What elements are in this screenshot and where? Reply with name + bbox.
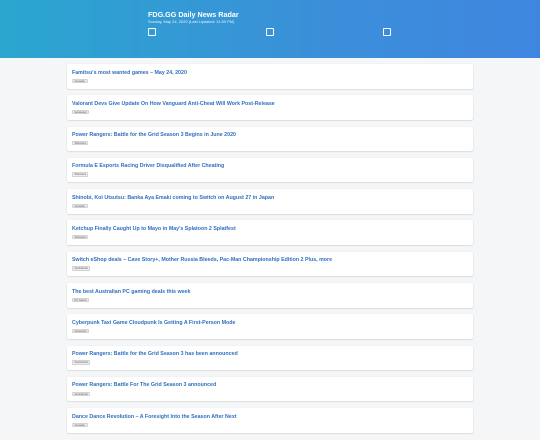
news-headline-link[interactable]: Switch eShop deals – Cave Story+, Mother…	[72, 257, 332, 263]
news-headline-link[interactable]: Power Rangers: Battle For The Grid Seaso…	[72, 382, 216, 388]
source-badge: Siliconera	[72, 235, 89, 240]
news-headline-link[interactable]: The best Australian PC gaming deals this…	[72, 289, 190, 295]
news-card[interactable]: Cyberpunk Taxi Game Cloudpunk Is Getting…	[67, 314, 473, 339]
news-card[interactable]: Famitsu's most wanted games – May 24, 20…	[67, 64, 473, 89]
news-headline-link[interactable]: Valorant Devs Give Update On How Vanguar…	[72, 101, 275, 107]
news-card[interactable]: Power Rangers: Battle For The Grid Seaso…	[67, 376, 473, 402]
news-card[interactable]: Ketchup Finally Caught Up to Mayo in May…	[67, 220, 473, 245]
news-headline-link[interactable]: Formula E Esports Racing Driver Disquali…	[72, 163, 224, 169]
news-card[interactable]: Dance Dance Revolution – A Foresight Int…	[67, 408, 473, 433]
filter-checkbox-2[interactable]	[266, 28, 274, 36]
source-badge: Siliconera	[72, 141, 89, 146]
news-headline-link[interactable]: Famitsu's most wanted games – May 24, 20…	[72, 70, 187, 76]
news-card[interactable]: Valorant Devs Give Update On How Vanguar…	[67, 95, 473, 120]
news-headline-link[interactable]: Cyberpunk Taxi Game Cloudpunk Is Getting…	[72, 320, 235, 326]
news-card[interactable]: Switch eShop deals – Cave Story+, Mother…	[67, 251, 473, 277]
site-title: FDG.GG Daily News Radar	[148, 10, 239, 19]
filter-checkbox-3[interactable]	[383, 28, 391, 36]
news-feed: Famitsu's most wanted games – May 24, 20…	[67, 64, 473, 440]
source-badge: Gematsu	[72, 78, 88, 83]
source-badge: Gamespot	[72, 109, 89, 115]
news-headline-link[interactable]: Dance Dance Revolution – A Foresight Int…	[72, 414, 237, 420]
news-card[interactable]: Power Rangers: Battle for the Grid Seaso…	[67, 126, 473, 152]
page-header: FDG.GG Daily News Radar Sunday, May 24, …	[0, 0, 540, 58]
source-badge: Gematsu	[72, 203, 88, 209]
news-card[interactable]: Formula E Esports Racing Driver Disquali…	[67, 157, 473, 183]
filter-checkbox-1[interactable]	[148, 28, 156, 36]
source-badge: Destructoid	[72, 360, 91, 365]
source-badge: Gamespot	[72, 328, 89, 334]
source-badge: Gonintendo	[72, 391, 91, 396]
last-updated-subtitle: Sunday, May 24, 2020 (Last Updated: 11:5…	[148, 19, 235, 24]
source-badge: Gonintendo	[72, 266, 91, 271]
news-headline-link[interactable]: Shinobi, Koi Utsutsu: Banka Aya Emaki co…	[72, 195, 274, 201]
news-headline-link[interactable]: Power Rangers: Battle for the Grid Seaso…	[72, 351, 238, 357]
source-badge: Siliconera	[72, 172, 89, 177]
news-headline-link[interactable]: Ketchup Finally Caught Up to Mayo in May…	[72, 226, 236, 232]
source-badge: Gematsu	[72, 422, 88, 428]
news-headline-link[interactable]: Power Rangers: Battle for the Grid Seaso…	[72, 132, 236, 138]
news-card[interactable]: The best Australian PC gaming deals this…	[67, 283, 473, 308]
source-badge: PC Gamer	[72, 297, 90, 302]
news-card[interactable]: Power Rangers: Battle for the Grid Seaso…	[67, 345, 473, 371]
news-card[interactable]: Shinobi, Koi Utsutsu: Banka Aya Emaki co…	[67, 189, 473, 214]
